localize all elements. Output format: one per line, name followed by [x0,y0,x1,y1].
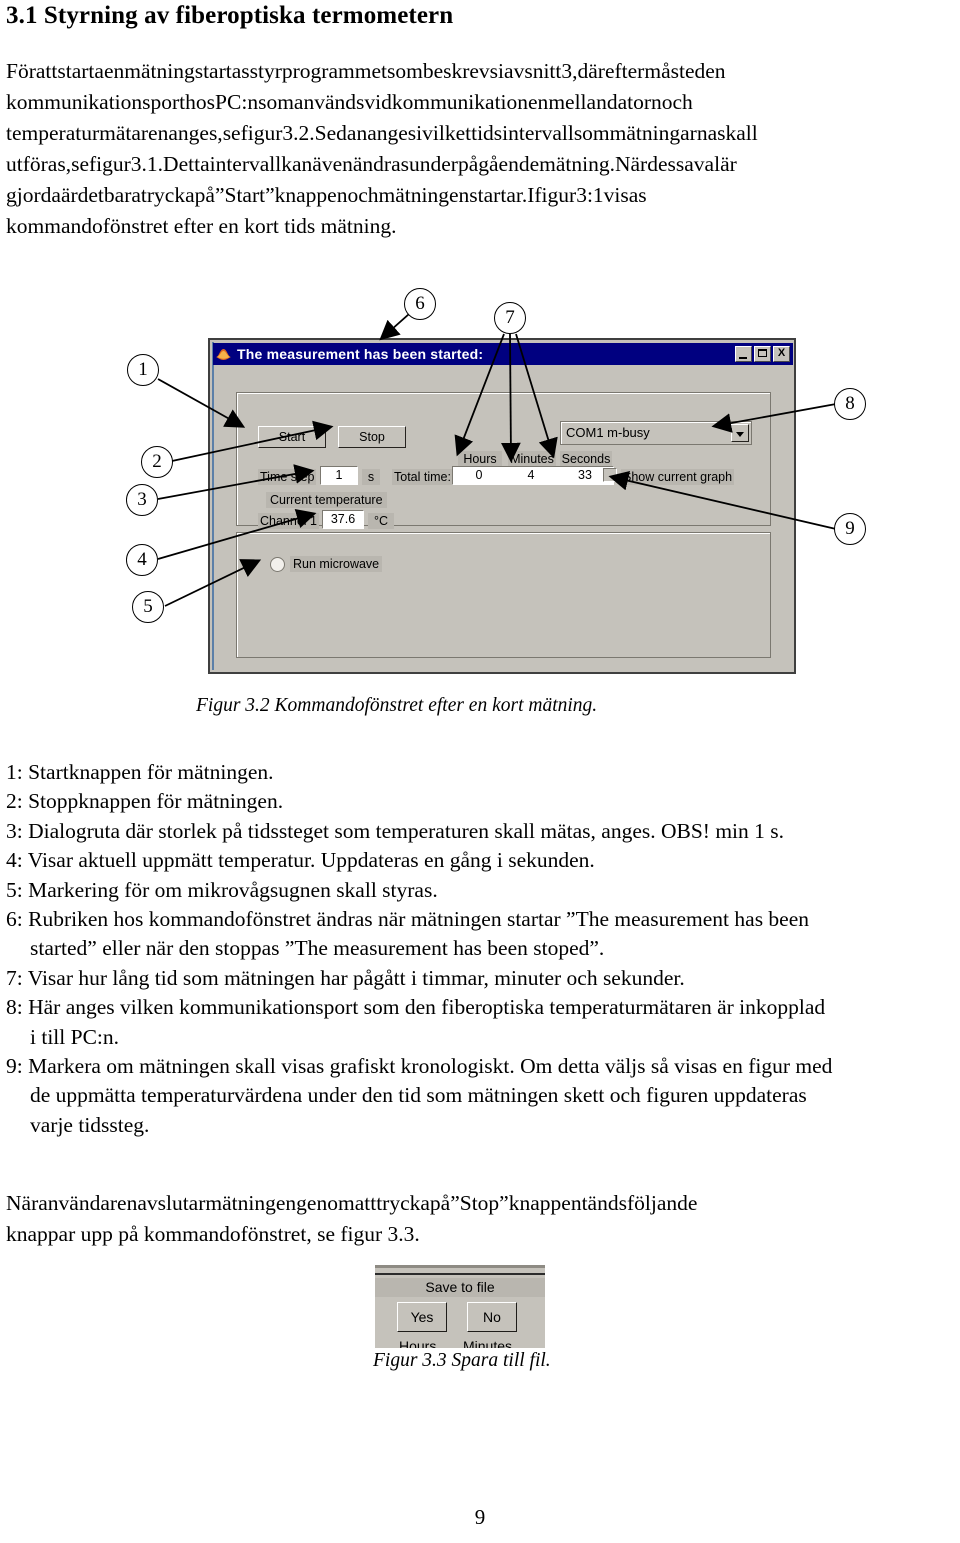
time-step-label: Time step [258,469,317,485]
legend-item-2: 2: Stoppknappen för mätningen. [6,789,284,814]
document-page: 3.1 Styrning av fiberoptiska termometern… [0,0,960,1543]
figure-3-2-caption: Figur 3.2 Kommandofönstret efter en kort… [196,695,598,716]
callout-6: 6 [404,288,436,320]
run-microwave-radio[interactable] [270,557,285,572]
paragraph2-line-1: Näranvändarenavslutarmätningengenomatttr… [6,1191,698,1215]
measurement-window: The measurement has been started: X Star… [208,338,796,674]
paragraph1-line-4: utföras,sefigur3.1.Dettaintervallkanäven… [6,152,737,176]
window-controls: X [735,346,790,362]
maximize-button[interactable] [754,346,771,362]
window-titlebar[interactable]: The measurement has been started: X [213,343,793,365]
time-step-unit-label: s [362,469,380,485]
save-to-file-label: Save to file [375,1278,545,1297]
legend-item-8-line-1: 8: Här anges vilken kommunikationsport s… [6,995,826,1020]
figure-3-2: 1 2 3 4 5 6 7 8 9 The measurement has be… [0,276,960,686]
page-number: 9 [474,1505,486,1529]
figure-3-3-caption: Figur 3.3 Spara till fil. [373,1350,551,1371]
legend-item-9: 9: Markera om mätningen skall visas graf… [6,1052,956,1140]
paragraph1-line-6: kommandofönstret efter en kort tids mätn… [6,214,397,238]
legend-item-9-line-1: 9: Markera om mätningen skall visas graf… [6,1054,833,1079]
legend-item-1: 1: Startknappen för mätningen. [6,760,274,784]
closing-paragraph: Näranvändarenavslutarmätningengenomatttr… [6,1188,954,1250]
degree-unit-label: °C [368,513,394,529]
run-microwave-label: Run microwave [290,556,383,572]
minutes-column-label: Minutes [508,451,556,467]
paragraph1-line-3: temperaturmätarenanges,sefigur3.2.Sedana… [6,121,758,145]
show-current-graph-checkbox[interactable] [603,468,617,482]
legend-item-6-line-2: started” eller när den stoppas ”The meas… [30,936,605,961]
minimize-button[interactable] [735,346,752,362]
close-button[interactable]: X [773,346,790,362]
seconds-column-label: Seconds [560,451,612,467]
legend-item-3: 3: Dialogruta där storlek på tidssteget … [6,818,785,843]
legend-item-8: 8: Här anges vilken kommunikationsport s… [6,993,956,1052]
save-hours-label: Hours [399,1338,437,1348]
paragraph1-line-1: Förattstartaenmätningstartasstyrprogramm… [6,59,726,83]
channel-temperature-value: 37.6 [322,510,364,529]
legend-item-9-line-3: varje tidssteg. [30,1112,150,1137]
figure-legend-list: 1: Startknappen för mätningen. 2: Stoppk… [6,758,956,1140]
callout-9: 9 [834,513,866,545]
save-yes-button[interactable]: Yes [397,1302,447,1332]
callout-1: 1 [127,354,159,386]
com-port-value: COM1 m-busy [566,425,650,440]
start-button[interactable]: Start [258,426,326,448]
save-dialog-divider [375,1273,545,1275]
legend-item-9-line-2: de uppmätta temperaturvärdena under den … [30,1083,807,1108]
time-step-input[interactable]: 1 [320,466,358,485]
callout-5: 5 [132,591,164,623]
microwave-panel [236,532,771,658]
legend-item-8-line-2: i till PC:n. [30,1024,120,1049]
legend-item-6-line-1: 6: Rubriken hos kommandofönstret ändras … [6,907,810,932]
callout-2: 2 [141,446,173,478]
legend-item-6: 6: Rubriken hos kommandofönstret ändras … [6,905,956,964]
hours-value: 0 [475,468,483,482]
chevron-down-icon[interactable] [731,424,749,442]
callout-3: 3 [126,484,158,516]
legend-item-7: 7: Visar hur lång tid som mätningen har … [6,965,685,990]
show-current-graph-label: Show current graph [621,469,735,485]
legend-item-5: 5: Markering för om mikrovågsugnen skall… [6,877,438,902]
save-no-button[interactable]: No [467,1302,517,1332]
total-time-label: Total time: [392,469,453,485]
callout-8: 8 [834,388,866,420]
current-temperature-label: Current temperature [266,492,387,508]
intro-paragraph: Förattstartaenmätningstartasstyrprogramm… [6,56,954,242]
save-minutes-label: Minutes [463,1338,513,1348]
figure-3-3: Save to file Yes No Hours Minutes [375,1265,545,1348]
paragraph1-line-5: gjordaärdetbaratryckapå”Start”knappenoch… [6,183,647,207]
matlab-membrane-icon [215,345,232,363]
window-title: The measurement has been started: [237,346,484,362]
paragraph2-line-2: knappar upp på kommandofönstret, se figu… [6,1222,420,1246]
legend-item-4: 4: Visar aktuell uppmätt temperatur. Upp… [6,848,595,873]
hours-column-label: Hours [458,451,502,467]
channel-label: Channel 1 [258,513,319,529]
paragraph1-line-2: kommunikationsporthosPC:nsomanvändsvidko… [6,90,693,114]
callout-4: 4 [126,544,158,576]
section-heading: 3.1 Styrning av fiberoptiska termometern [6,2,454,29]
callout-7: 7 [494,302,526,334]
minutes-value: 4 [527,468,535,482]
com-port-select[interactable]: COM1 m-busy [560,421,752,445]
stop-button[interactable]: Stop [338,426,406,448]
total-time-display: 0 4 33 [452,466,614,485]
